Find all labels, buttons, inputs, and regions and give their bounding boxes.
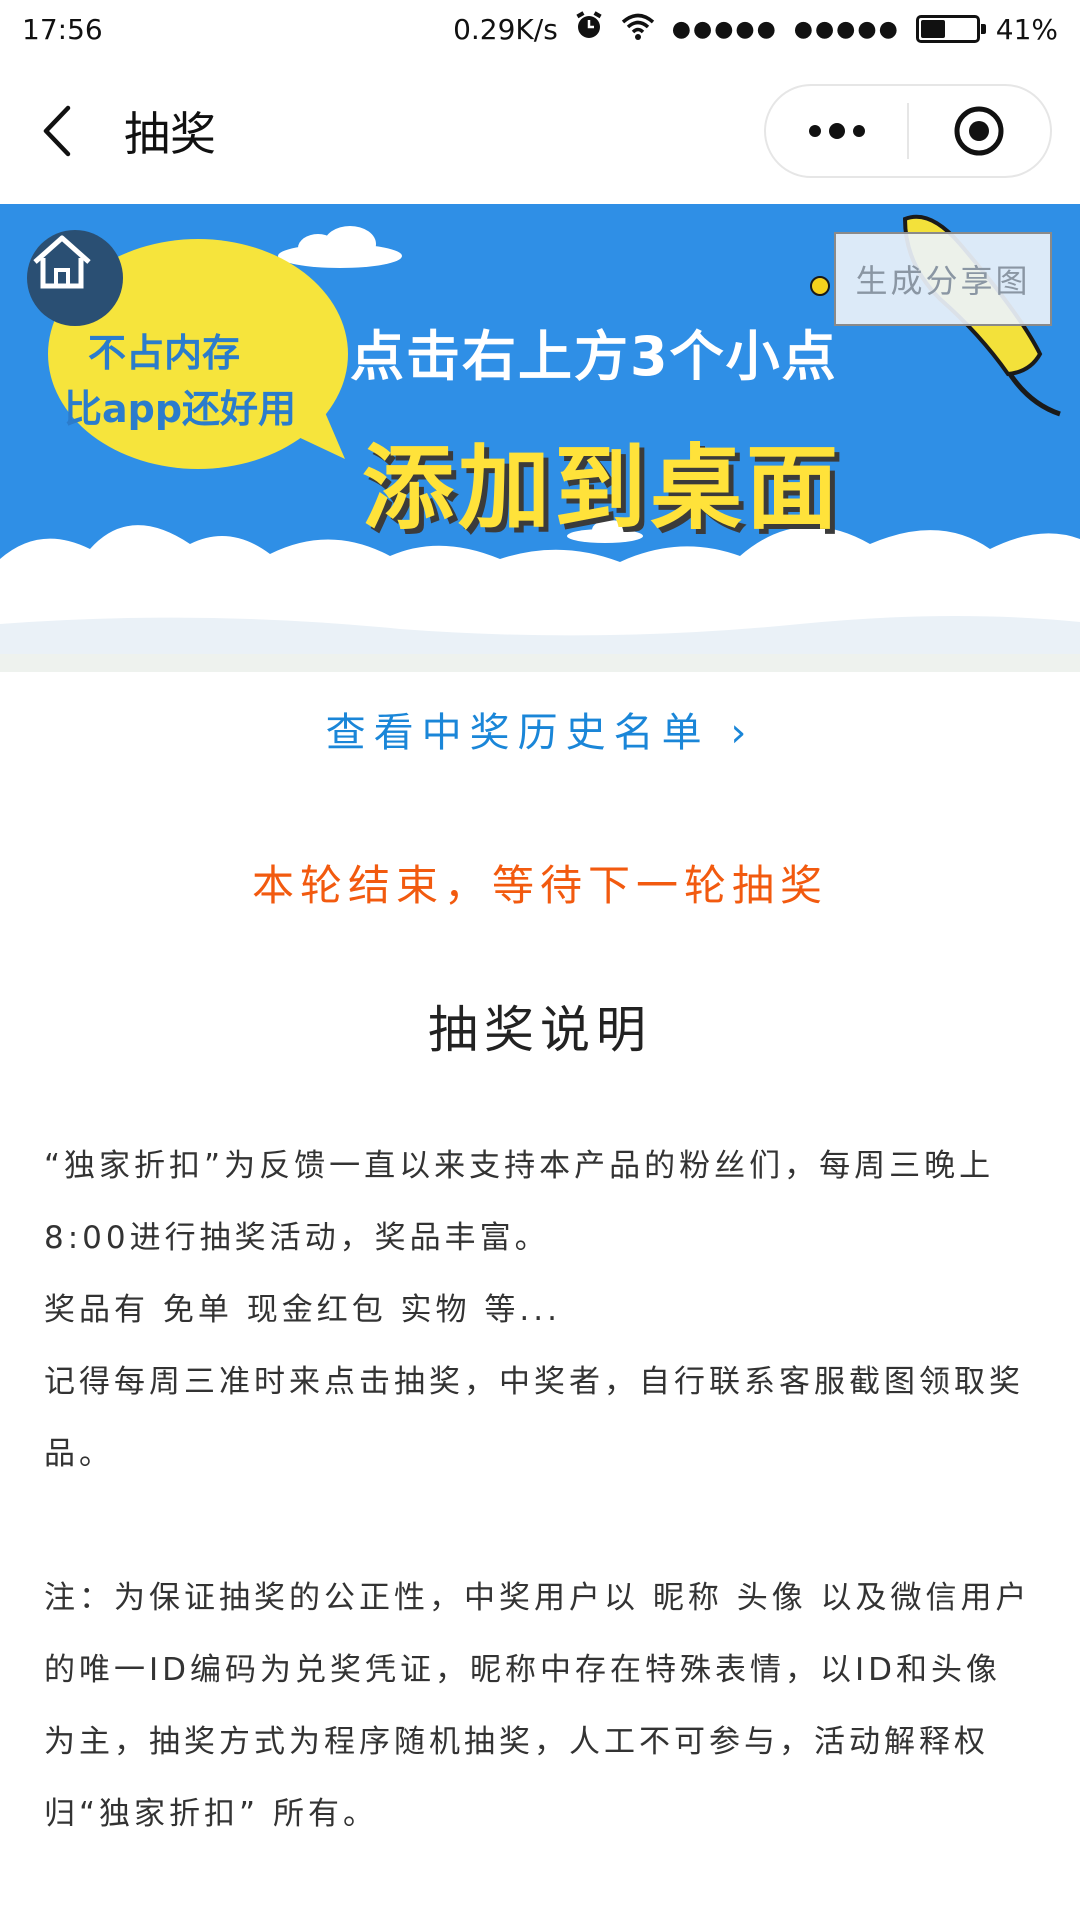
battery-fill bbox=[920, 20, 945, 38]
alarm-icon bbox=[574, 10, 604, 48]
banner-big-text: 添加到桌面 bbox=[362, 435, 843, 542]
round-status-message: 本轮结束，等待下一轮抽奖 bbox=[251, 861, 828, 910]
add-to-desktop-banner[interactable]: 不占内存 比app还好用 点击右上方3个小点 添加到桌面 生成分享图 bbox=[0, 204, 1080, 654]
wifi-icon bbox=[620, 11, 656, 48]
bubble-line-1: 不占内存 bbox=[88, 331, 241, 375]
history-winners-link[interactable]: 查看中奖历史名单 › bbox=[0, 700, 1080, 758]
home-icon[interactable] bbox=[27, 230, 123, 326]
status-right: 0.29K/s ●●●●● ●●●●● 41% bbox=[453, 10, 1058, 48]
lottery-description: “独家折扣”为反馈一直以来支持本产品的粉丝们，每周三晚上8:00进行抽奖活动，奖… bbox=[44, 1130, 1034, 1850]
battery-icon bbox=[915, 15, 986, 43]
divider bbox=[0, 654, 1080, 672]
battery-percent: 41% bbox=[995, 12, 1058, 46]
network-speed: 0.29K/s bbox=[453, 12, 558, 46]
status-time: 17:56 bbox=[22, 12, 103, 46]
mini-program-capsule bbox=[764, 84, 1052, 178]
signal-icon: ●●●●● bbox=[793, 16, 900, 42]
page-title: 抽奖 bbox=[124, 107, 216, 161]
description-paragraph: “独家折扣”为反馈一直以来支持本产品的粉丝们，每周三晚上8:00进行抽奖活动，奖… bbox=[44, 1148, 995, 1256]
description-paragraph: 记得每周三准时来点击抽奖，中奖者，自行联系客服截图领取奖品。 bbox=[44, 1364, 1024, 1472]
bubble-line-2: 比app还好用 bbox=[64, 387, 297, 431]
share-image-button[interactable]: 生成分享图 bbox=[834, 232, 1052, 326]
more-dots-icon[interactable] bbox=[766, 86, 907, 176]
description-paragraph: 奖品有 免单 现金红包 实物 等... bbox=[44, 1292, 561, 1328]
status-bar: 17:56 0.29K/s ●●●●● ●●●●● 41% bbox=[0, 0, 1080, 58]
nav-bar: 抽奖 bbox=[0, 58, 1080, 204]
target-icon[interactable] bbox=[909, 86, 1050, 176]
section-title: 抽奖说明 bbox=[428, 1001, 652, 1059]
signal-icon: ●●●●● bbox=[671, 16, 778, 42]
chevron-left-icon[interactable] bbox=[36, 101, 78, 161]
banner-headline: 点击右上方3个小点 bbox=[350, 325, 838, 388]
description-note: 注：为保证抽奖的公正性，中奖用户以 昵称 头像 以及微信用户的唯一ID编码为兑奖… bbox=[44, 1580, 1031, 1832]
